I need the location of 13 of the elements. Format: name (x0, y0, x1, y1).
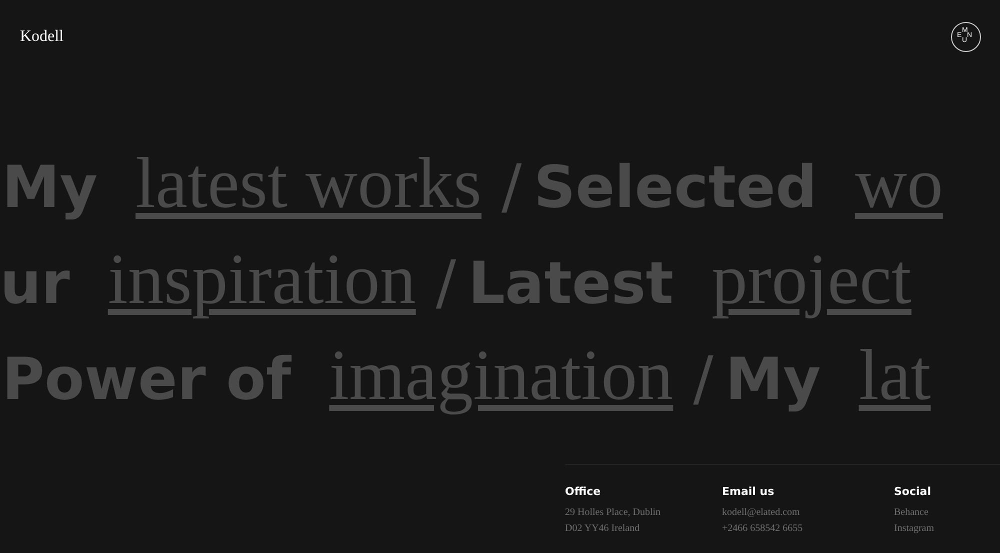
footer-heading: Office (565, 485, 602, 498)
logo[interactable]: Kodell (20, 28, 64, 46)
footer-link[interactable]: Behance (894, 505, 928, 521)
slash-separator: / (693, 344, 714, 414)
footer-link[interactable]: Instagram (894, 521, 934, 537)
footer-link[interactable]: +2466 658542 6655 (722, 521, 803, 537)
footer-link[interactable]: kodell@elated.com (722, 505, 800, 521)
footer-link[interactable]: 29 Holles Place, Dublin (565, 505, 661, 521)
footer-link[interactable]: D02 YY46 Ireland (565, 521, 640, 537)
footer-heading: Social (894, 485, 932, 498)
footer-heading: Email us (722, 485, 776, 498)
slash-separator: / (436, 248, 456, 318)
slash-separator: / (501, 152, 522, 222)
